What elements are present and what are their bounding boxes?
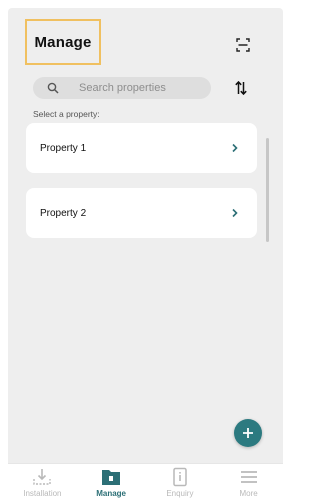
scrollbar[interactable] [266,138,269,242]
nav-item-more[interactable]: More [214,464,283,499]
property-label: Property 1 [40,142,87,154]
nav-item-installation[interactable]: Installation [8,464,77,499]
chevron-right-icon [232,143,238,153]
section-label: Select a property: [33,109,100,119]
info-icon [173,467,187,487]
property-item[interactable]: Property 2 [26,188,257,238]
nav-label-more: More [239,489,258,498]
qr-scan-icon[interactable] [236,38,250,52]
property-item[interactable]: Property 1 [26,123,257,173]
nav-item-manage[interactable]: Manage [77,464,146,499]
page-title-highlight: Manage [25,19,101,65]
search-icon [47,82,59,94]
nav-label-manage: Manage [96,489,127,498]
bottom-nav: Installation Manage Enquiry More [8,463,283,499]
property-label: Property 2 [40,207,87,219]
plus-icon [243,428,253,438]
chevron-right-icon [232,208,238,218]
search-input[interactable]: Search properties [33,77,211,99]
nav-item-enquiry[interactable]: Enquiry [146,464,215,499]
sort-icon[interactable] [234,80,248,96]
folder-icon [102,470,121,485]
add-property-button[interactable] [234,419,262,447]
manage-screen: Manage Search properties Select a proper… [8,8,283,499]
menu-icon [240,471,257,483]
page-title: Manage [34,33,92,51]
nav-label-enquiry: Enquiry [166,489,194,498]
nav-label-installation: Installation [23,489,62,498]
download-icon [33,469,52,485]
search-placeholder: Search properties [79,82,166,94]
